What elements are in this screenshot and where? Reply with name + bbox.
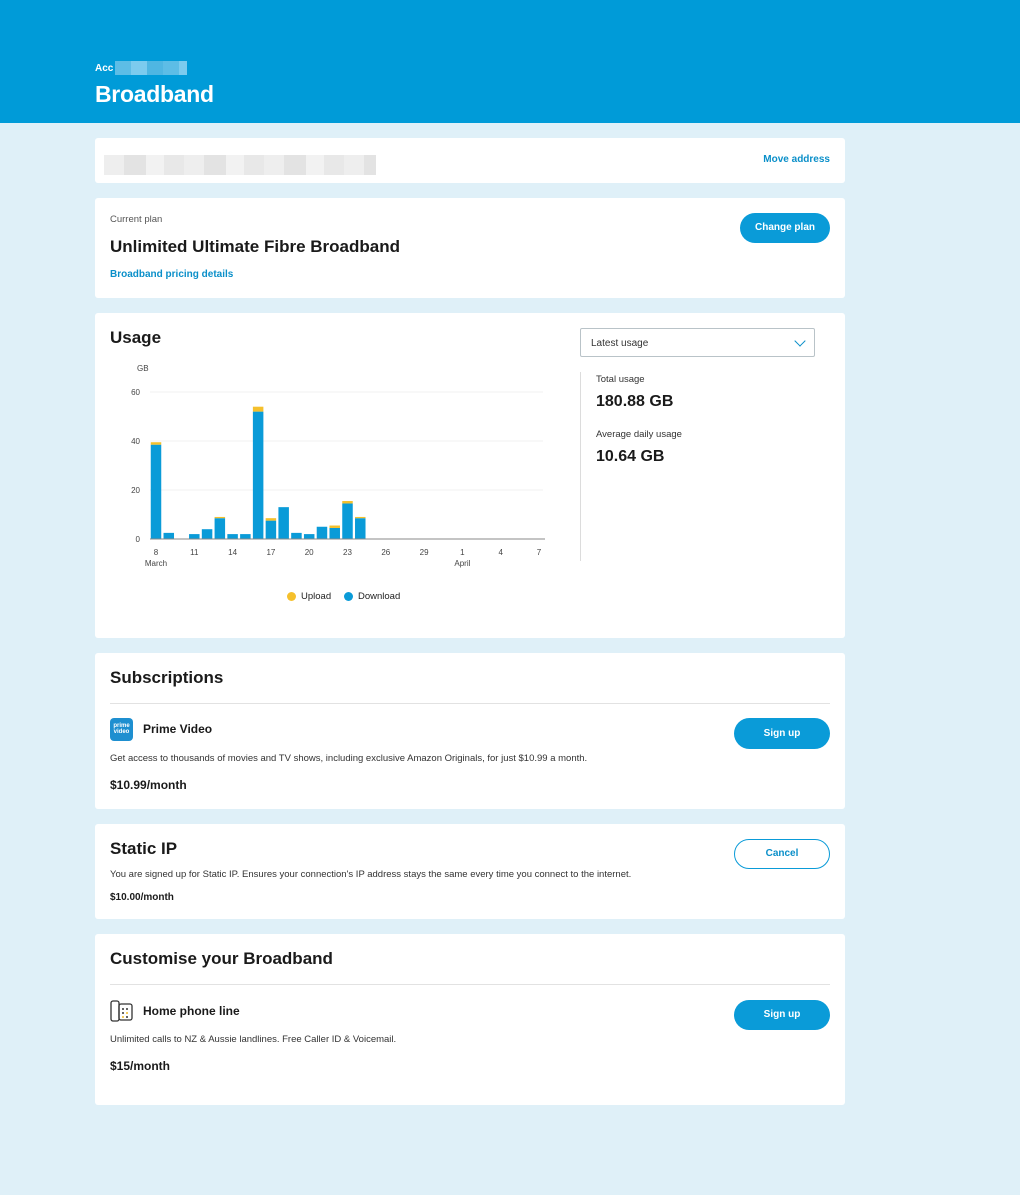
usage-chart: GB 0 20 40 60 8 March 11 14 17 20 23 26 29 1 April 4 7 [131,364,545,568]
x-tick-label: 1 [460,548,465,557]
y-tick-label: 60 [131,388,140,397]
upload-dot-icon [287,592,296,601]
prime-video-price: $10.99/month [110,778,187,792]
bar-upload [329,525,340,528]
section-divider [110,984,830,985]
static-ip-title: Static IP [110,839,178,858]
total-usage-value: 180.88 GB [596,393,674,410]
x-tick-month-label: April [454,559,470,568]
home-phone-name: Home phone line [143,1004,240,1018]
bar-download [316,526,328,539]
usage-card: Usage GB 0 20 40 60 8 March 11 14 17 20 23 26 29 1 Apri… [95,313,845,638]
plan-name: Unlimited Ultimate Fibre Broadband [110,237,400,256]
home-phone-description: Unlimited calls to NZ & Aussie landlines… [110,1034,397,1045]
static-ip-description: You are signed up for Static IP. Ensures… [110,869,632,880]
bar-upload [150,442,162,445]
chevron-down-icon [794,335,806,347]
x-tick-label: 29 [420,548,429,557]
static-ip-card: Static IP You are signed up for Static I… [95,824,845,919]
legend-download-label: Download [358,591,401,602]
bar-download [240,534,251,539]
account-label-text: Acc [95,62,114,74]
prime-video-icon-text: prime video [113,723,130,735]
x-tick-label: 14 [228,548,237,557]
y-tick-label: 20 [131,486,140,495]
prime-video-icon: prime video [110,718,133,741]
bar-download [252,411,264,539]
account-number-redacted [115,61,188,75]
subscriptions-title: Subscriptions [110,668,224,687]
bar-download [189,534,200,539]
x-tick-label: 20 [305,548,314,557]
usage-period-value: Latest usage [591,338,649,349]
x-tick-label: 4 [498,548,503,557]
bar-download [355,518,366,539]
x-tick-label: 8 [154,548,159,557]
pricing-details-link[interactable]: Broadband pricing details [110,269,233,280]
bar-download [291,532,302,539]
x-tick-label: 23 [343,548,352,557]
home-phone-price: $15/month [110,1059,171,1073]
account-label: Acc [95,61,188,75]
address-redacted [104,155,376,175]
stats-divider [580,372,581,561]
prime-video-description: Get access to thousands of movies and TV… [110,753,588,764]
plan-card: Current plan Unlimited Ultimate Fibre Br… [95,198,845,298]
move-address-link[interactable]: Move address [763,154,830,165]
avg-usage-value: 10.64 GB [596,448,665,465]
bar-download [278,507,289,539]
section-divider [110,703,830,704]
legend-download: Download [344,591,400,602]
x-tick-label: 17 [266,548,275,557]
x-tick-label: 11 [190,548,199,557]
legend-upload-label: Upload [301,591,332,602]
bar-download [227,534,238,539]
address-card: Move address [95,138,845,183]
bar-download [342,503,353,539]
bar-download [163,532,175,539]
page-header: Acc Broadband [0,0,1020,123]
x-tick-month-label: March [145,559,167,568]
prime-video-signup-button[interactable]: Sign up [734,718,830,749]
bar-download [150,444,162,539]
x-tick-label: 26 [381,548,390,557]
home-phone-signup-button[interactable]: Sign up [734,1000,830,1030]
bar-download [214,518,226,539]
bar-upload [214,516,226,519]
static-ip-cancel-button[interactable]: Cancel [734,839,830,869]
customise-card: Customise your Broadband Home phone line… [95,934,845,1105]
bar-upload [265,518,277,521]
bar-download [329,527,340,539]
page-title: Broadband [95,81,214,107]
y-axis-unit-label: GB [137,364,149,373]
bar-download [201,529,213,539]
bar-upload [342,501,353,504]
x-tick-label: 7 [537,548,542,557]
bar-upload [252,406,264,412]
usage-period-select[interactable]: Latest usage [580,328,815,357]
y-tick-label: 0 [136,535,141,544]
y-tick-label: 40 [131,437,140,446]
static-ip-price: $10.00/month [110,892,174,903]
change-plan-button[interactable]: Change plan [740,213,830,243]
avg-usage-label: Average daily usage [596,429,682,440]
legend-upload: Upload [287,591,331,602]
current-plan-label: Current plan [110,214,163,225]
customise-title: Customise your Broadband [110,949,333,968]
bar-download [303,534,315,539]
phone-icon [110,1000,133,1022]
usage-title: Usage [110,328,162,347]
bar-download [265,520,277,539]
download-dot-icon [344,592,353,601]
total-usage-label: Total usage [596,374,645,385]
subscriptions-card: Subscriptions prime video Prime Video Ge… [95,653,845,809]
prime-video-name: Prime Video [143,722,213,736]
bar-upload [355,516,366,519]
